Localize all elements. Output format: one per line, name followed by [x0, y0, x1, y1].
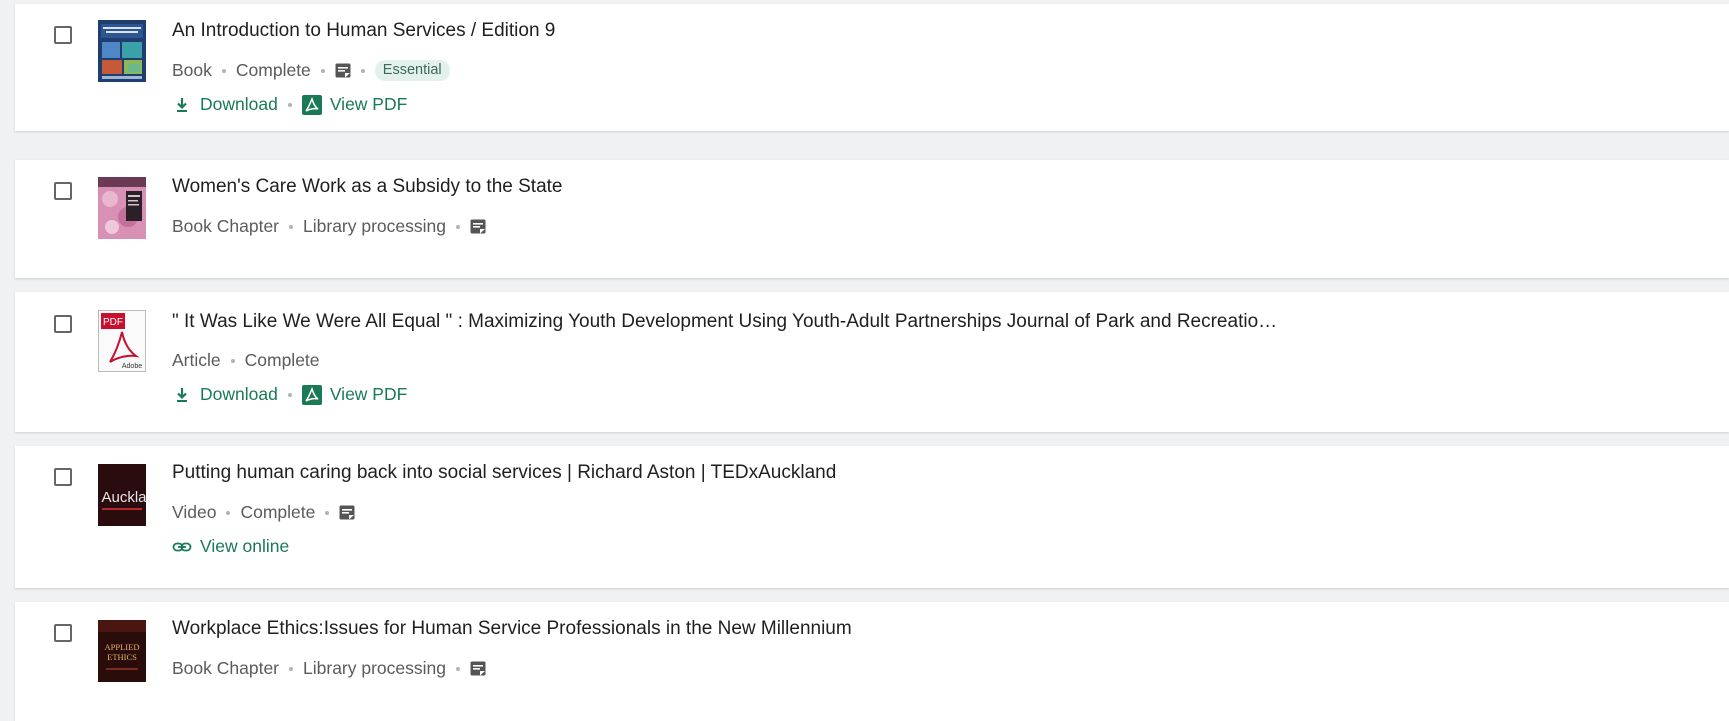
- view-pdf-link[interactable]: View PDF: [301, 94, 408, 115]
- note-icon[interactable]: [470, 219, 486, 234]
- view-online-label: View online: [200, 536, 290, 556]
- separator-dot: [226, 510, 231, 515]
- list-item: Women's Care Work as a Subsidy to the St…: [15, 160, 1729, 278]
- video-thumbnail[interactable]: Auckla: [98, 464, 146, 526]
- list-item: An Introduction to Human Services / Edit…: [15, 4, 1729, 131]
- view-pdf-label: View PDF: [329, 384, 408, 404]
- select-checkbox[interactable]: [54, 26, 72, 44]
- note-icon[interactable]: [339, 505, 355, 520]
- cover-title-line-1: APPLIED: [105, 642, 140, 652]
- separator-dot: [230, 358, 235, 363]
- select-checkbox[interactable]: [54, 182, 72, 200]
- pdf-thumb-label: PDF: [103, 317, 123, 328]
- select-checkbox[interactable]: [54, 468, 72, 486]
- download-link[interactable]: Download: [172, 384, 278, 405]
- item-status: Complete: [235, 60, 311, 80]
- item-type: Article: [172, 350, 221, 370]
- view-online-link[interactable]: View online: [172, 536, 289, 557]
- separator-dot: [456, 224, 460, 229]
- list-item: Auckla Putting human caring back into so…: [15, 446, 1729, 588]
- item-meta: Book Chapter Library processing: [172, 216, 486, 237]
- separator-dot: [287, 392, 292, 397]
- separator-dot: [289, 224, 294, 229]
- item-status: Complete: [240, 502, 316, 522]
- item-title[interactable]: An Introduction to Human Services / Edit…: [172, 20, 555, 42]
- note-icon[interactable]: [335, 63, 351, 78]
- item-title[interactable]: Workplace Ethics:Issues for Human Servic…: [172, 618, 852, 640]
- book-cover-thumbnail[interactable]: [98, 177, 146, 239]
- pdf-icon: [301, 94, 322, 115]
- link-icon: [172, 537, 192, 557]
- separator-dot: [320, 68, 325, 73]
- download-label: Download: [200, 384, 278, 404]
- separator-dot: [221, 68, 226, 73]
- view-pdf-link[interactable]: View PDF: [301, 384, 408, 405]
- item-type: Book: [172, 60, 212, 80]
- download-link[interactable]: Download: [172, 94, 278, 115]
- separator-dot: [360, 68, 365, 73]
- book-cover-thumbnail[interactable]: [98, 20, 146, 82]
- pdf-document-thumbnail[interactable]: PDF Adobe: [98, 310, 146, 372]
- pdf-thumb-brand: Adobe: [122, 363, 142, 370]
- item-title[interactable]: Women's Care Work as a Subsidy to the St…: [172, 176, 563, 198]
- select-checkbox[interactable]: [54, 315, 72, 333]
- item-type: Video: [172, 502, 217, 522]
- cover-title-line-2: ETHICS: [107, 652, 137, 662]
- download-label: Download: [200, 94, 278, 114]
- item-title[interactable]: Putting human caring back into social se…: [172, 462, 836, 484]
- item-type: Book Chapter: [172, 216, 280, 236]
- video-thumb-text: Auckla: [101, 489, 146, 506]
- item-meta: Book Chapter Library processing: [172, 658, 486, 679]
- list-item: PDF Adobe " It Was Like We Were All Equa…: [15, 292, 1729, 432]
- download-icon: [172, 385, 192, 405]
- item-meta: Book Complete Essential: [172, 60, 450, 81]
- separator-dot: [325, 510, 330, 515]
- item-type: Book Chapter: [172, 658, 280, 678]
- view-pdf-label: View PDF: [329, 94, 408, 114]
- list-item: APPLIED ETHICS Workplace Ethics:Issues f…: [15, 602, 1729, 721]
- book-cover-thumbnail[interactable]: APPLIED ETHICS: [98, 620, 146, 682]
- item-meta: Video Complete: [172, 502, 355, 523]
- separator-dot: [289, 666, 294, 671]
- importance-badge: Essential: [374, 60, 450, 81]
- separator-dot: [456, 666, 460, 671]
- item-status: Library processing: [303, 216, 446, 236]
- item-actions: Download View PDF: [172, 384, 407, 405]
- download-icon: [172, 95, 192, 115]
- select-checkbox[interactable]: [54, 624, 72, 642]
- item-actions: View online: [172, 536, 289, 557]
- note-icon[interactable]: [470, 661, 486, 676]
- item-status: Library processing: [303, 658, 446, 678]
- item-actions: Download View PDF: [172, 94, 407, 115]
- item-meta: Article Complete: [172, 350, 320, 371]
- item-title[interactable]: " It Was Like We Were All Equal " : Maxi…: [172, 311, 1277, 333]
- separator-dot: [287, 102, 292, 107]
- item-status: Complete: [244, 350, 320, 370]
- pdf-icon: [301, 384, 322, 405]
